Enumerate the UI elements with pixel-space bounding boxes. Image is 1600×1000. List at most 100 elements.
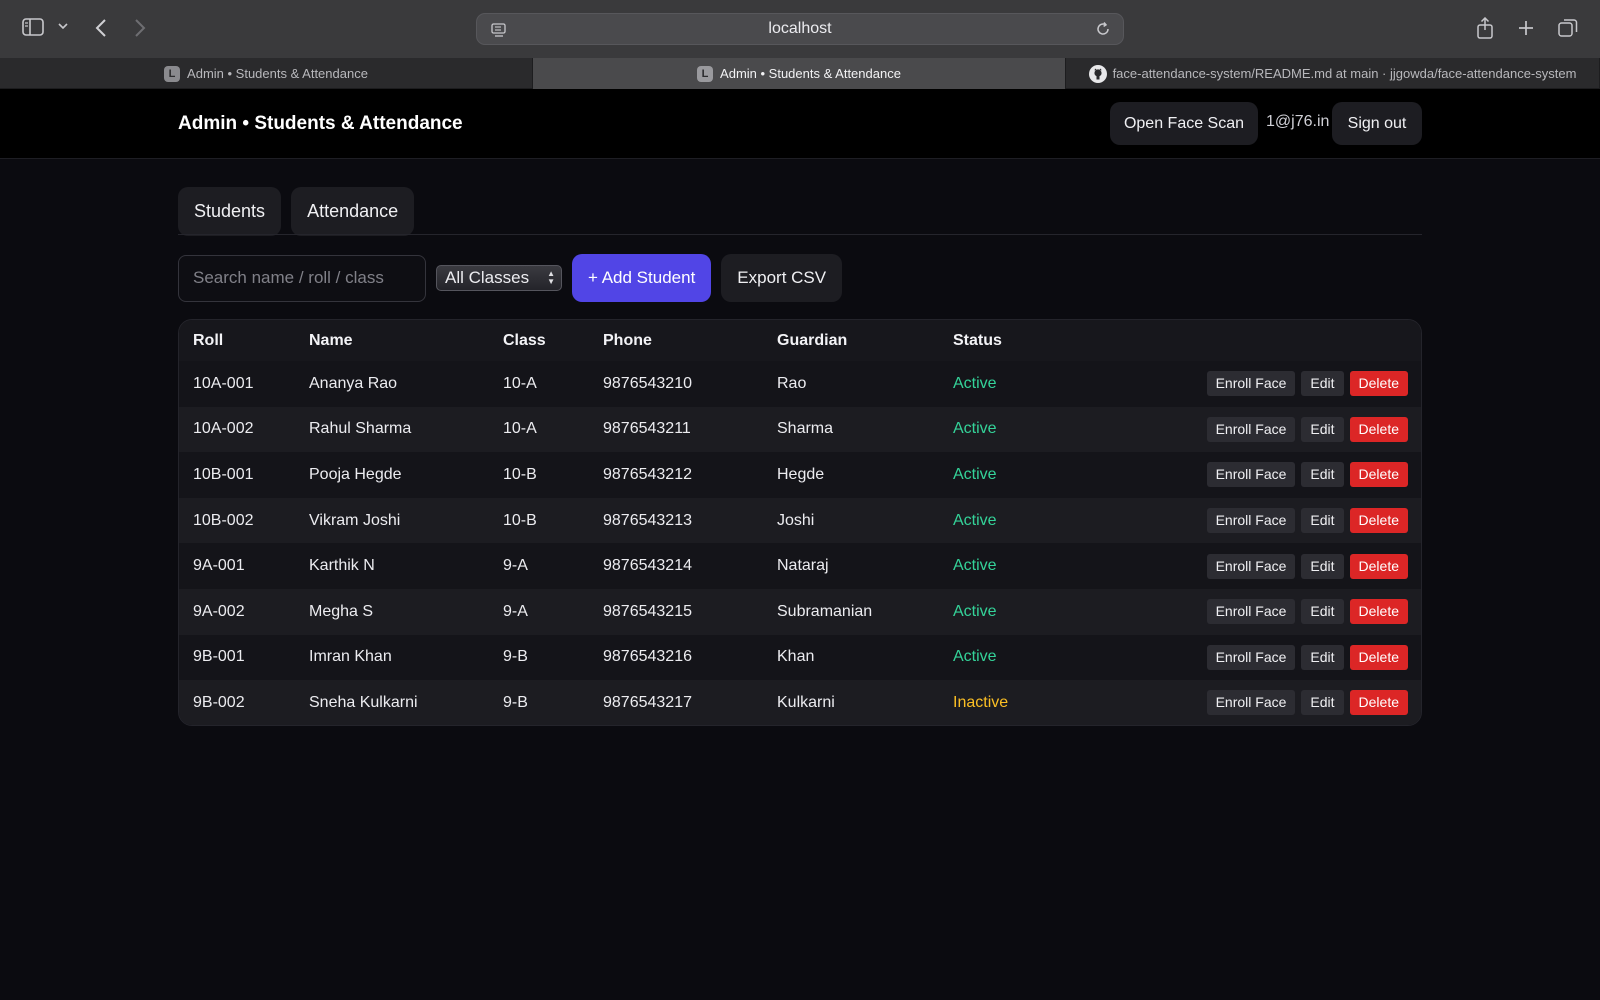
browser-tab[interactable]: face-attendance-system/README.md at main… bbox=[1066, 58, 1600, 89]
chevron-down-icon[interactable] bbox=[58, 22, 68, 30]
cell-guardian: Joshi bbox=[777, 511, 815, 529]
table-header-row: Roll Name Class Phone Guardian Status bbox=[179, 320, 1421, 361]
row-actions: Enroll Face Edit Delete bbox=[1103, 498, 1421, 544]
cell-name: Rahul Sharma bbox=[309, 420, 412, 438]
status-badge: Active bbox=[953, 465, 997, 483]
new-tab-icon[interactable] bbox=[1517, 19, 1535, 37]
table-row: 9B-002 Sneha Kulkarni 9-B 9876543217 Kulkarn… bbox=[179, 680, 1421, 725]
sidebar-toggle-icon[interactable] bbox=[22, 18, 44, 36]
column-header-guardian: Guardian bbox=[777, 331, 848, 349]
edit-button[interactable]: Edit bbox=[1301, 462, 1344, 488]
edit-button[interactable]: Edit bbox=[1301, 690, 1344, 716]
cell-name: Imran Khan bbox=[309, 648, 392, 666]
reload-icon[interactable] bbox=[1095, 21, 1111, 42]
enroll-face-button[interactable]: Enroll Face bbox=[1206, 416, 1296, 442]
browser-tab-active[interactable]: L Admin • Students & Attendance bbox=[533, 58, 1066, 89]
select-arrows-icon: ▲ ▼ bbox=[547, 269, 555, 286]
sign-out-button[interactable]: Sign out bbox=[1332, 102, 1422, 145]
tab-attendance[interactable]: Attendance bbox=[291, 187, 415, 236]
section-tabs: Students Attendance bbox=[178, 187, 415, 236]
status-badge: Active bbox=[953, 374, 997, 392]
cell-class: 10-A bbox=[503, 420, 537, 438]
table-row: 9A-001 Karthik N 9-A 9876543214 Nataraj Activ… bbox=[179, 543, 1421, 589]
add-student-button[interactable]: + Add Student bbox=[572, 254, 712, 302]
tab-title: Admin • Students & Attendance bbox=[720, 66, 901, 81]
enroll-face-button[interactable]: Enroll Face bbox=[1206, 553, 1296, 579]
table-row: 10B-002 Vikram Joshi 10-B 9876543213 Joshi Ac… bbox=[179, 497, 1421, 544]
cell-guardian: Kulkarni bbox=[777, 693, 835, 711]
delete-button[interactable]: Delete bbox=[1349, 690, 1408, 716]
export-csv-button[interactable]: Export CSV bbox=[721, 254, 843, 302]
delete-button[interactable]: Delete bbox=[1349, 644, 1408, 670]
cell-roll: 10A-002 bbox=[193, 420, 254, 438]
row-actions: Enroll Face Edit Delete bbox=[1103, 635, 1421, 681]
status-badge: Active bbox=[953, 602, 997, 620]
github-icon bbox=[1088, 64, 1107, 83]
cell-roll: 9B-002 bbox=[193, 693, 245, 711]
cell-guardian: Rao bbox=[777, 374, 807, 392]
browser-toolbar: localhost bbox=[0, 0, 1600, 58]
open-face-scan-button[interactable]: Open Face Scan bbox=[1110, 102, 1258, 145]
cell-phone: 9876543210 bbox=[603, 374, 692, 392]
cell-class: 9-A bbox=[503, 557, 528, 575]
cell-class: 10-A bbox=[503, 374, 537, 392]
class-filter-value: All Classes bbox=[445, 268, 530, 287]
class-filter-select[interactable]: All Classes ▲ ▼ bbox=[436, 265, 562, 291]
edit-button[interactable]: Edit bbox=[1301, 599, 1344, 625]
cell-name: Pooja Hegde bbox=[309, 465, 402, 483]
page-menu-icon[interactable] bbox=[491, 22, 507, 43]
delete-button[interactable]: Delete bbox=[1349, 553, 1408, 579]
enroll-face-button[interactable]: Enroll Face bbox=[1206, 644, 1296, 670]
enroll-face-button[interactable]: Enroll Face bbox=[1206, 599, 1296, 625]
column-header-roll: Roll bbox=[193, 331, 224, 349]
address-bar[interactable]: localhost bbox=[476, 13, 1124, 45]
cell-name: Ananya Rao bbox=[309, 374, 398, 392]
browser-tab[interactable]: L Admin • Students & Attendance bbox=[0, 58, 533, 89]
cell-guardian: Khan bbox=[777, 648, 815, 666]
tab-students[interactable]: Students bbox=[178, 187, 282, 236]
cell-class: 10-B bbox=[503, 465, 537, 483]
students-table: Roll Name Class Phone Guardian Status 10… bbox=[178, 319, 1422, 726]
cell-name: Megha S bbox=[309, 602, 374, 620]
app-header: Admin • Students & Attendance Open Face … bbox=[0, 89, 1600, 159]
table-row: 9B-001 Imran Khan 9-B 9876543216 Khan Active E… bbox=[179, 634, 1421, 681]
delete-button[interactable]: Delete bbox=[1349, 508, 1408, 534]
edit-button[interactable]: Edit bbox=[1301, 371, 1344, 397]
tab-title: face-attendance-system/README.md at main… bbox=[1112, 66, 1577, 81]
table-row: 9A-002 Megha S 9-A 9876543215 Subramanian Act… bbox=[179, 588, 1421, 635]
url-text: localhost bbox=[768, 20, 832, 37]
share-icon[interactable] bbox=[1476, 17, 1494, 39]
cell-roll: 10B-001 bbox=[193, 465, 254, 483]
delete-button[interactable]: Delete bbox=[1349, 371, 1408, 397]
delete-button[interactable]: Delete bbox=[1349, 599, 1408, 625]
cell-guardian: Sharma bbox=[777, 420, 834, 438]
enroll-face-button[interactable]: Enroll Face bbox=[1206, 508, 1296, 534]
table-row: 10B-001 Pooja Hegde 10-B 9876543212 Hegde Act… bbox=[179, 452, 1421, 498]
forward-icon[interactable] bbox=[134, 18, 146, 38]
delete-button[interactable]: Delete bbox=[1349, 462, 1408, 488]
back-icon[interactable] bbox=[95, 18, 107, 38]
cell-guardian: Hegde bbox=[777, 465, 825, 483]
cell-phone: 9876543212 bbox=[603, 465, 692, 483]
cell-guardian: Nataraj bbox=[777, 557, 829, 575]
delete-button[interactable]: Delete bbox=[1349, 416, 1408, 442]
tab-overview-icon[interactable] bbox=[1558, 18, 1578, 38]
row-actions: Enroll Face Edit Delete bbox=[1103, 407, 1421, 453]
tab-favicon: L bbox=[697, 65, 714, 82]
tab-favicon: L bbox=[164, 65, 181, 82]
cell-class: 9-A bbox=[503, 602, 528, 620]
search-input[interactable] bbox=[178, 254, 426, 302]
row-actions: Enroll Face Edit Delete bbox=[1103, 543, 1421, 589]
toolbar-controls: All Classes ▲▼ + Add Student Export CSV bbox=[178, 254, 843, 302]
enroll-face-button[interactable]: Enroll Face bbox=[1206, 690, 1296, 716]
status-badge: Active bbox=[953, 511, 997, 529]
edit-button[interactable]: Edit bbox=[1301, 508, 1344, 534]
row-actions: Enroll Face Edit Delete bbox=[1103, 589, 1421, 635]
enroll-face-button[interactable]: Enroll Face bbox=[1206, 462, 1296, 488]
edit-button[interactable]: Edit bbox=[1301, 416, 1344, 442]
enroll-face-button[interactable]: Enroll Face bbox=[1206, 371, 1296, 397]
cell-roll: 10B-002 bbox=[193, 511, 254, 529]
edit-button[interactable]: Edit bbox=[1301, 553, 1344, 579]
cell-class: 9-B bbox=[503, 648, 528, 666]
edit-button[interactable]: Edit bbox=[1301, 644, 1344, 670]
